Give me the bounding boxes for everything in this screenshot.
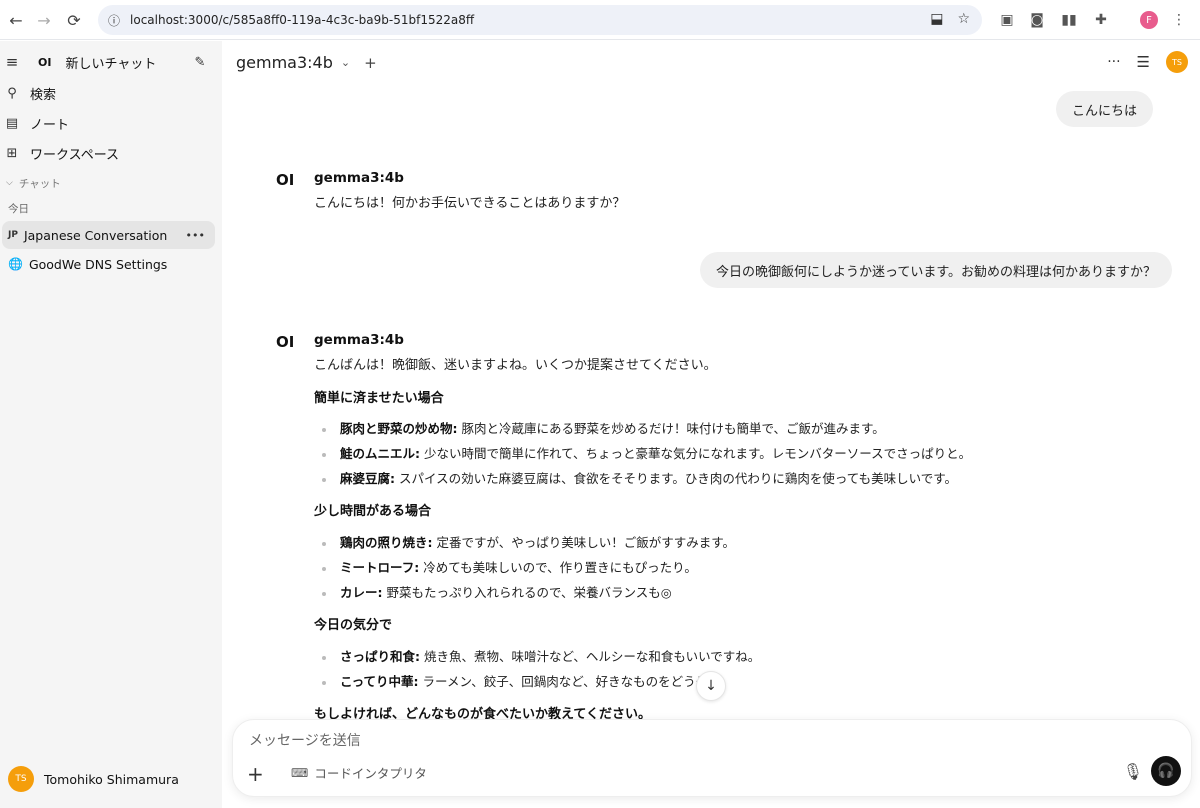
chevron-down-icon: ⌄ xyxy=(340,56,351,69)
section-heading: 今日の気分で xyxy=(314,618,393,633)
model-name: gemma3:4b xyxy=(314,332,404,348)
sidebar-item-label: 検索 xyxy=(30,87,57,103)
model-logo: OI xyxy=(276,333,295,351)
chevron-down-icon: ⌵ xyxy=(6,178,13,188)
chat-badge: JP xyxy=(8,230,18,240)
sidebar-toggle-icon[interactable]: ≡ xyxy=(4,53,20,71)
sidebar-item-label: ノート xyxy=(30,117,70,133)
headphones-icon: 🎧 xyxy=(1157,763,1175,779)
add-model-button[interactable]: + xyxy=(364,54,377,72)
list-item: こってり中華: ラーメン、餃子、回鍋肉など、好きなものをどうぞ！ xyxy=(322,671,721,690)
new-chat-label[interactable]: 新しいチャット xyxy=(65,53,156,72)
new-chat-icon[interactable]: ✎ xyxy=(192,54,208,70)
chat-title: GoodWe DNS Settings xyxy=(28,256,168,272)
user-message: こんにちは xyxy=(1056,91,1154,127)
avatar: TS xyxy=(8,766,34,792)
model-name: gemma3:4b xyxy=(236,53,333,72)
sidebar-item-notes[interactable]: ▤ ノート xyxy=(0,113,222,133)
logo: OI xyxy=(38,55,52,69)
voice-mode-button[interactable]: 🎧 xyxy=(1151,756,1181,786)
section-heading: 少し時間がある場合 xyxy=(314,504,432,519)
browser-menu-icon[interactable]: ⋮ xyxy=(1168,9,1190,31)
user-message: 今日の晩御飯何にしようか迷っています。お勧めの料理は何かありますか？ xyxy=(700,252,1173,288)
more-icon[interactable]: ··· xyxy=(1107,54,1120,70)
sidebar-header: ≡ OI 新しいチャット ✎ xyxy=(0,52,222,72)
header-actions: ··· ☰ TS xyxy=(1107,51,1188,73)
assistant-message-intro: こんばんは！晩御飯、迷いますよね。いくつか提案させてください。 xyxy=(314,358,717,373)
bookmark-star-icon[interactable]: ☆ xyxy=(957,11,970,27)
workspace-icon: ⊞ xyxy=(6,145,18,161)
terminal-icon: ⌨ xyxy=(291,765,309,780)
group-label-today: 今日 xyxy=(0,200,222,216)
model-selector[interactable]: gemma3:4b ⌄ + xyxy=(236,53,377,72)
more-options-icon[interactable]: ••• xyxy=(186,229,205,242)
user-name: Tomohiko Shimamura xyxy=(44,771,179,787)
globe-icon: 🌐 xyxy=(8,257,23,271)
chat-title: Japanese Conversation xyxy=(23,227,168,243)
extension-chat-icon[interactable]: ◙ xyxy=(1026,9,1048,31)
microphone-icon[interactable]: 🎙 xyxy=(1123,762,1143,781)
extension-cast-icon[interactable]: ▣ xyxy=(996,9,1018,31)
list-item: 鶏肉の照り焼き: 定番ですが、やっぱり美味しい！ご飯がすすみます。 xyxy=(322,532,735,551)
extensions-puzzle-icon[interactable]: ✚ xyxy=(1090,9,1112,31)
arrow-down-icon: ↓ xyxy=(705,678,717,694)
scroll-to-bottom-button[interactable]: ↓ xyxy=(696,671,726,701)
site-info-icon[interactable]: ⓘ xyxy=(108,12,120,29)
message-input[interactable]: メッセージを送信 xyxy=(249,730,361,750)
notes-icon: ▤ xyxy=(5,115,19,131)
sidebar-item-workspace[interactable]: ⊞ ワークスペース xyxy=(0,143,222,163)
chat-item[interactable]: JP Japanese Conversation ••• xyxy=(2,221,215,249)
section-label: チャット xyxy=(18,177,61,190)
list-item: ミートローフ: 冷めても美味しいので、作り置きにもぴったり。 xyxy=(322,557,697,576)
list-item: さっぱり和食: 焼き魚、煮物、味噌汁など、ヘルシーな和食もいいですね。 xyxy=(322,646,760,665)
avatar[interactable]: TS xyxy=(1166,51,1188,73)
chats-section[interactable]: ⌵ チャット xyxy=(0,175,222,191)
back-icon[interactable]: ← xyxy=(2,6,30,34)
forward-icon[interactable]: → xyxy=(30,6,58,34)
section-heading: 簡単に済ませたい場合 xyxy=(314,391,444,406)
search-icon: ⚲ xyxy=(7,85,17,101)
sidebar: ≡ OI 新しいチャット ✎ ⚲ 検索 ▤ ノート ⊞ ワークスペース ⌵ チャ… xyxy=(0,41,222,808)
list-item: 鮭のムニエル: 少ない時間で簡単に作れて、ちょっと豪華な気分になれます。レモンバ… xyxy=(322,443,971,462)
user-menu[interactable]: TS Tomohiko Shimamura xyxy=(8,766,179,792)
code-interpreter-label: コードインタプリタ xyxy=(314,766,427,781)
list-item: 麻婆豆腐: スパイスの効いた麻婆豆腐は、食欲をそそります。ひき肉の代わりに鶏肉を… xyxy=(322,468,957,487)
address-bar[interactable]: ⓘ localhost:3000/c/585a8ff0-119a-4c3c-ba… xyxy=(98,5,982,35)
assistant-message: こんにちは！何かお手伝いできることはありますか？ xyxy=(314,196,626,211)
url-text[interactable]: localhost:3000/c/585a8ff0-119a-4c3c-ba9b… xyxy=(130,13,474,27)
reload-icon[interactable]: ⟳ xyxy=(60,6,88,34)
code-interpreter-toggle[interactable]: ⌨ コードインタプリタ xyxy=(291,763,427,782)
install-app-icon[interactable]: ⬓ xyxy=(930,11,943,27)
extension-audio-icon[interactable]: ▮▮ xyxy=(1058,9,1080,31)
browser-toolbar: ← → ⟳ ⓘ localhost:3000/c/585a8ff0-119a-4… xyxy=(0,0,1200,40)
chat-item[interactable]: 🌐 GoodWe DNS Settings xyxy=(2,250,215,278)
profile-avatar: F xyxy=(1140,11,1158,29)
list-item: カレー: 野菜もたっぷり入れられるので、栄養バランスも◎ xyxy=(322,582,672,601)
group-label: 今日 xyxy=(8,202,29,215)
profile-button[interactable]: F xyxy=(1138,9,1160,31)
attach-plus-button[interactable]: + xyxy=(247,762,264,786)
controls-sliders-icon[interactable]: ☰ xyxy=(1137,53,1150,71)
model-logo: OI xyxy=(276,171,295,189)
message-composer[interactable]: メッセージを送信 + ⌨ コードインタプリタ 🎙 🎧 xyxy=(232,719,1192,797)
list-item: 豚肉と野菜の炒め物: 豚肉と冷蔵庫にある野菜を炒めるだけ！味付けも簡単で、ご飯が… xyxy=(322,418,885,437)
sidebar-item-search[interactable]: ⚲ 検索 xyxy=(0,83,222,103)
chat-main: gemma3:4b ⌄ + ··· ☰ TS こんにちは OI gemma3:4… xyxy=(222,41,1200,808)
model-name: gemma3:4b xyxy=(314,170,404,186)
sidebar-item-label: ワークスペース xyxy=(30,147,120,163)
